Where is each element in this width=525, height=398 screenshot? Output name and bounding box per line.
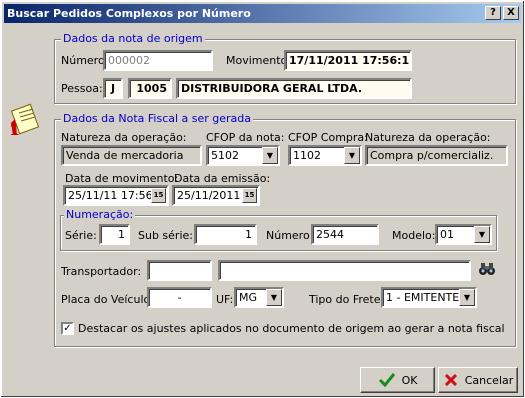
data-mov-field[interactable]: 25/11/11 17:56 15: [63, 185, 169, 206]
placa-field[interactable]: -: [147, 287, 212, 308]
modelo-label: Modelo:: [392, 229, 436, 242]
ok-button-label: OK: [401, 373, 418, 387]
ok-button[interactable]: OK: [360, 367, 435, 393]
calendar-icon[interactable]: 15: [151, 188, 166, 203]
svg-text:1: 1: [9, 120, 20, 137]
frete-label: Tipo do Frete:: [309, 293, 385, 306]
subserie-label: Sub série:: [138, 229, 193, 242]
numeracao-legend: Numeração:: [64, 208, 136, 221]
calendar-icon[interactable]: 15: [242, 188, 257, 203]
frete-select[interactable]: 1 - EMITENTE ▼: [381, 287, 477, 308]
cfop-nota-value: 5102: [211, 149, 239, 162]
destacar-checkbox[interactable]: ✓: [61, 322, 74, 335]
chevron-down-icon[interactable]: ▼: [262, 147, 278, 164]
transportador-codigo-field[interactable]: [147, 260, 212, 281]
pessoa-nome-field[interactable]: DISTRIBUIDORA GERAL LTDA.: [176, 78, 412, 99]
destacar-label: Destacar os ajustes aplicados no documen…: [78, 322, 505, 335]
origem-legend: Dados da nota de origem: [61, 32, 205, 45]
cancel-button[interactable]: Cancelar: [438, 367, 518, 393]
numero-label: Número:: [61, 54, 109, 67]
transportador-nome-field[interactable]: [218, 260, 471, 281]
chevron-down-icon[interactable]: ▼: [344, 147, 360, 164]
pessoa-label: Pessoa:: [61, 82, 103, 95]
cfop-compra-label: CFOP Compra:: [288, 131, 368, 144]
close-button[interactable]: X: [503, 6, 519, 20]
natureza2-label: Natureza da operação:: [365, 131, 491, 144]
data-mov-value: 25/11/11 17:56: [68, 189, 153, 202]
natureza2-field[interactable]: Compra p/comercializ.: [365, 145, 508, 166]
natureza-label: Natureza da operação:: [61, 131, 187, 144]
uf-label: UF:: [216, 293, 234, 306]
data-emis-value: 25/11/2011: [177, 189, 241, 202]
cancel-button-label: Cancelar: [464, 373, 514, 387]
serie-label: Série:: [65, 229, 97, 242]
natureza-field[interactable]: Venda de mercadoria: [61, 145, 202, 166]
placa-label: Placa do Veículo:: [61, 293, 154, 306]
transportador-label: Transportador:: [61, 265, 142, 278]
dialog-window: Buscar Pedidos Complexos por Número ? X …: [0, 0, 525, 398]
cfop-compra-value: 1102: [293, 149, 321, 162]
chevron-down-icon[interactable]: ▼: [474, 226, 490, 243]
movimento-label: Movimento:: [226, 54, 291, 67]
notepad-icon: 1: [9, 103, 40, 137]
numero-field[interactable]: 000002: [103, 50, 213, 71]
chevron-down-icon[interactable]: ▼: [266, 289, 282, 306]
uf-select[interactable]: MG ▼: [234, 287, 284, 308]
numero-nf-label: Número:: [266, 229, 314, 242]
data-emis-field[interactable]: 25/11/2011 15: [172, 185, 260, 206]
pessoa-codigo-field[interactable]: 1005: [128, 78, 172, 99]
help-button[interactable]: ?: [485, 6, 501, 20]
subserie-field[interactable]: 1: [194, 224, 257, 245]
chevron-down-icon[interactable]: ▼: [459, 289, 475, 306]
window-title: Buscar Pedidos Complexos por Número: [7, 7, 251, 20]
numero-nf-field[interactable]: 2544: [311, 224, 379, 245]
serie-field[interactable]: 1: [99, 224, 130, 245]
cfop-compra-select[interactable]: 1102 ▼: [288, 145, 362, 166]
modelo-value: 01: [440, 228, 454, 241]
data-mov-label: Data de movimento:: [65, 172, 179, 185]
movimento-field[interactable]: 17/11/2011 17:56:12: [284, 50, 412, 71]
check-icon: [378, 373, 395, 388]
binoculars-icon[interactable]: [477, 260, 497, 278]
title-bar: Buscar Pedidos Complexos por Número: [4, 4, 521, 23]
nota-legend: Dados da Nota Fiscal a ser gerada: [61, 112, 254, 125]
data-emis-label: Data da emissão:: [174, 172, 271, 185]
uf-value: MG: [239, 291, 258, 304]
cancel-x-icon: [444, 373, 457, 387]
modelo-select[interactable]: 01 ▼: [435, 224, 492, 245]
cfop-nota-label: CFOP da nota:: [206, 131, 285, 144]
frete-value: 1 - EMITENTE: [386, 291, 460, 304]
cfop-nota-select[interactable]: 5102 ▼: [206, 145, 280, 166]
pessoa-tipo-field[interactable]: J: [103, 78, 123, 99]
